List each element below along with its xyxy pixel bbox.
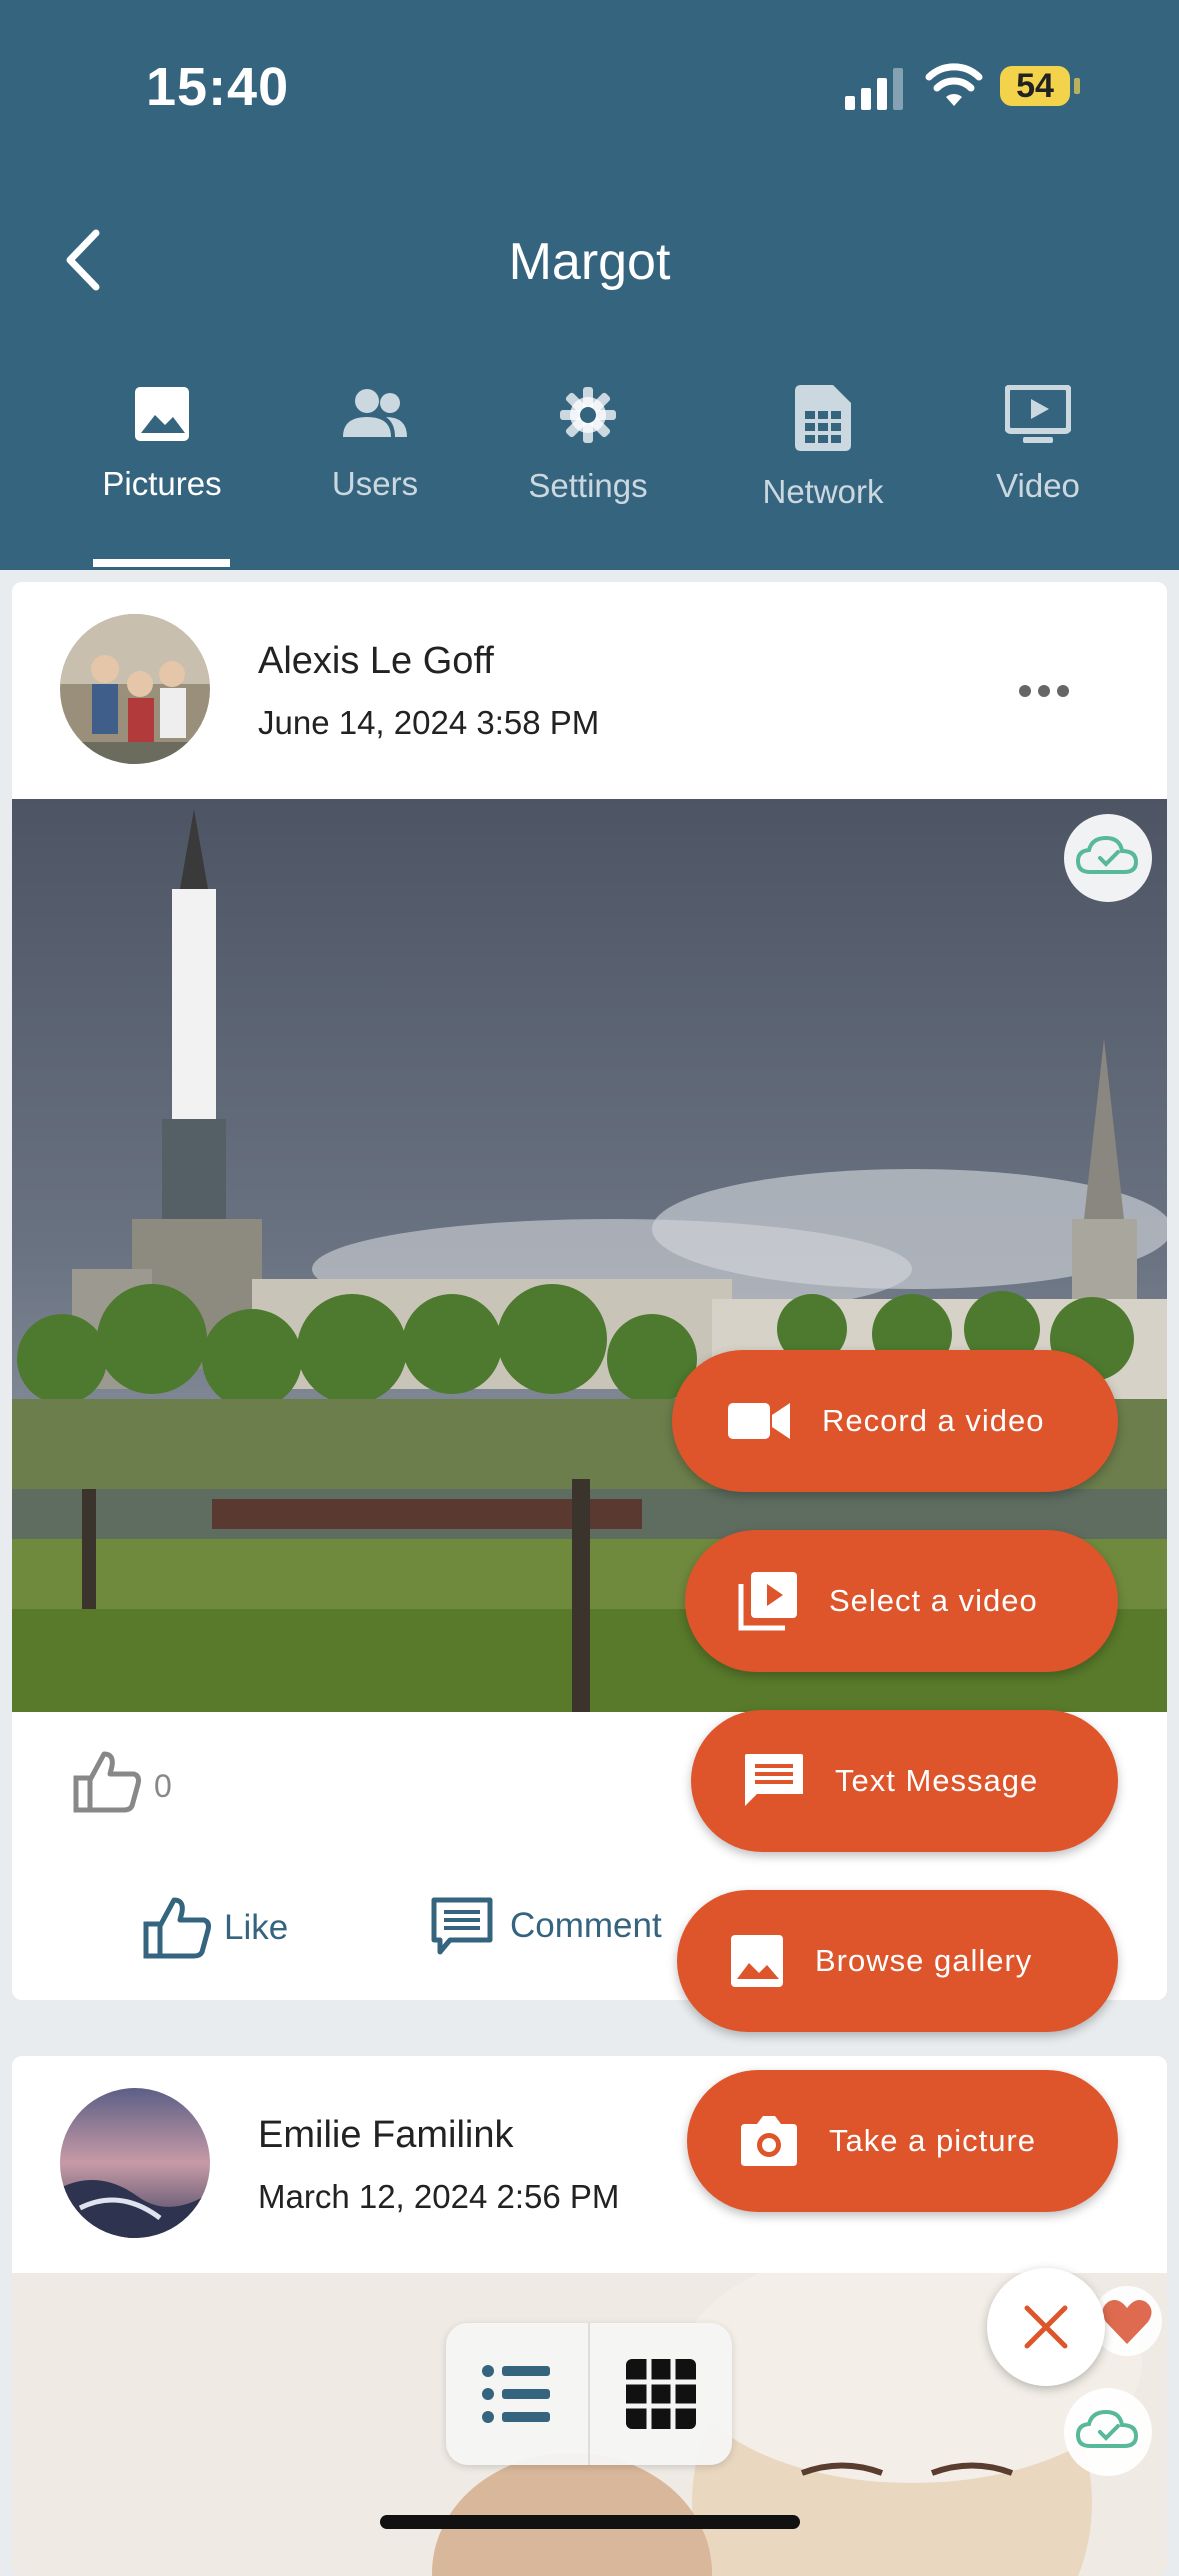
avatar[interactable] [60,2088,210,2238]
users-icon [343,389,407,437]
like-label: Like [224,1908,289,1947]
cloud-sync-badge [1064,814,1152,902]
post-date: June 14, 2024 3:58 PM [258,704,600,741]
fab-label: Record a video [822,1403,1045,1438]
like-button[interactable]: Like [142,1896,288,1960]
post-author[interactable]: Alexis Le Goff [258,640,494,683]
post-date: March 12, 2024 2:56 PM [258,2178,620,2215]
cloud-sync-badge [1064,2388,1152,2476]
battery-indicator: 54 [1000,66,1070,106]
video-library-icon [738,1572,797,1631]
home-indicator [380,2515,800,2529]
list-view-button[interactable] [446,2323,588,2465]
tab-pictures[interactable]: Pictures [62,370,262,570]
tab-label: Video [996,467,1080,504]
take-picture-button[interactable]: Take a picture [687,2070,1118,2212]
close-fab-button[interactable] [987,2268,1105,2386]
browse-gallery-button[interactable]: Browse gallery [677,1890,1118,2032]
fab-label: Select a video [829,1583,1038,1618]
page-title: Margot [508,233,671,291]
message-icon [745,1754,803,1806]
tab-bar: Pictures Users Settings Network Video [0,370,1179,570]
video-camera-icon [728,1403,790,1439]
cloud-check-icon [1075,835,1139,874]
tab-network[interactable]: Network [723,370,923,570]
battery-tip [1074,78,1080,94]
tab-settings[interactable]: Settings [488,370,688,570]
record-video-button[interactable]: Record a video [672,1350,1118,1492]
like-count: 0 [154,1768,172,1804]
tab-label: Settings [528,467,648,504]
active-tab-indicator [93,559,230,567]
cloud-check-icon [1075,2409,1139,2448]
grid-view-button[interactable] [590,2323,732,2465]
tab-label: Network [762,473,884,510]
fab-label: Take a picture [829,2123,1036,2158]
comment-icon [431,1897,493,1955]
thumbs-up-icon [143,1897,211,1959]
close-icon [1024,2305,1068,2349]
post-author[interactable]: Emilie Familink [258,2114,513,2157]
image-icon [731,1935,783,1987]
more-options-icon[interactable] [1018,684,1070,698]
status-time: 15:40 [146,57,290,117]
comment-button[interactable]: Comment [430,1896,662,1956]
fab-label: Text Message [835,1763,1039,1798]
tab-video[interactable]: Video [938,370,1138,570]
tv-play-icon [1005,385,1071,443]
sim-card-icon [795,385,851,451]
gear-icon [560,387,616,443]
wifi-icon [925,63,983,106]
tab-label: Users [331,465,419,502]
thumbs-up-icon [73,1751,141,1813]
select-video-button[interactable]: Select a video [685,1530,1118,1672]
comment-label: Comment [510,1906,662,1945]
tab-users[interactable]: Users [275,370,475,570]
text-message-button[interactable]: Text Message [691,1710,1118,1852]
grid-icon [626,2359,696,2429]
cellular-signal-icon [845,68,903,110]
tab-label: Pictures [102,465,222,502]
avatar[interactable] [60,614,210,764]
camera-icon [741,2116,797,2166]
view-toggle [446,2323,732,2465]
list-icon [482,2365,550,2423]
app-header: 15:40 54 Margot Pictures Users Settings … [0,0,1179,570]
image-icon [135,387,189,441]
fab-label: Browse gallery [815,1943,1033,1978]
